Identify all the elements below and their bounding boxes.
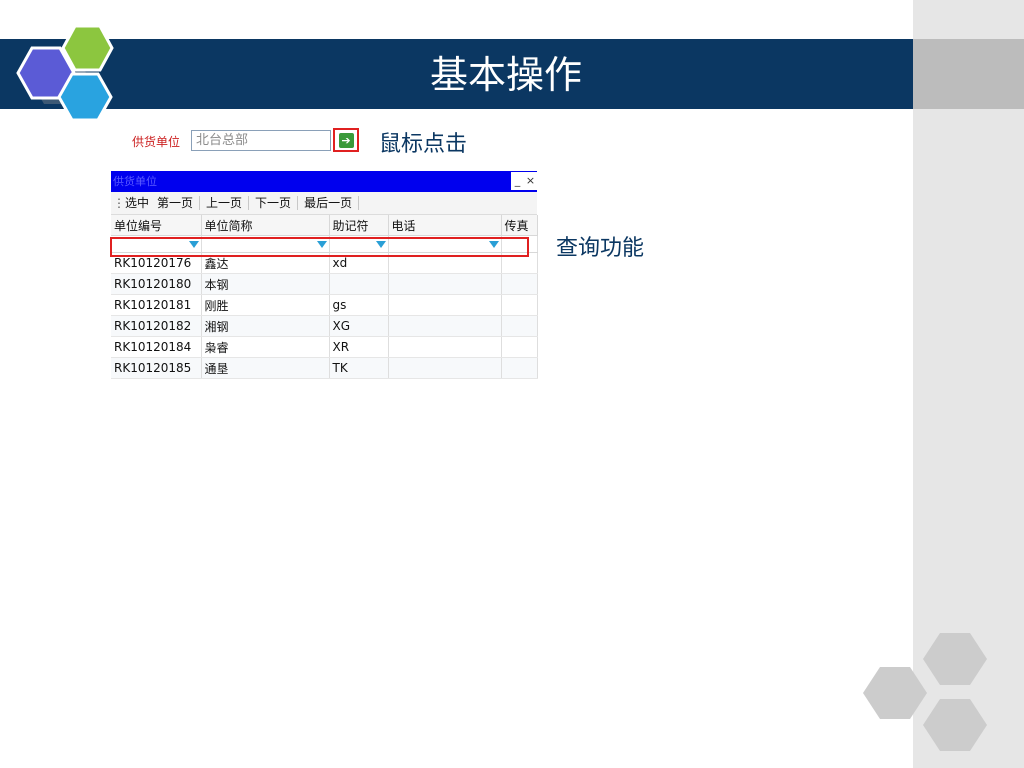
filter-cell-phone[interactable]	[388, 235, 502, 253]
window-controls: _ ×	[511, 172, 537, 190]
toolbar-divider	[297, 196, 299, 210]
toolbar-divider	[199, 196, 201, 210]
popup-toolbar: ⋮ 选中 第一页 上一页 下一页 最后一页	[111, 192, 537, 215]
table-row[interactable]: RK10120182 湘钢 XG	[111, 315, 538, 337]
cell-name: 枭睿	[201, 336, 330, 358]
cell-code: RK10120181	[111, 294, 202, 316]
first-page-button[interactable]: 第一页	[153, 194, 197, 212]
filter-cell-fax[interactable]	[501, 235, 538, 253]
popup-titlebar[interactable]: 供货单位 _ ×	[111, 171, 537, 192]
supplier-label: 供货单位	[132, 135, 181, 149]
filter-icon[interactable]	[375, 241, 386, 248]
supplier-popup: 供货单位 _ × ⋮ 选中 第一页 上一页 下一页 最后一页 单位编号 单位简称…	[111, 171, 538, 389]
table-row[interactable]: RK10120180 本钢	[111, 273, 538, 295]
hexagon-gray-left-icon	[863, 667, 927, 719]
column-header-fax[interactable]: 传真	[501, 215, 538, 236]
side-band	[913, 39, 1024, 109]
cell-phone	[388, 315, 502, 337]
cell-name: 鑫达	[201, 252, 330, 274]
column-header-code[interactable]: 单位编号	[111, 215, 202, 236]
hexagon-green-icon	[61, 24, 114, 72]
hexagon-decoration-icon	[863, 633, 987, 751]
table-row[interactable]: RK10120181 刚胜 gs	[111, 294, 538, 316]
cell-mnemonic: XG	[329, 315, 389, 337]
cell-mnemonic: TK	[329, 357, 389, 379]
column-header-name[interactable]: 单位简称	[201, 215, 330, 236]
cell-phone	[388, 357, 502, 379]
cell-code: RK10120185	[111, 357, 202, 379]
toolbar-divider	[358, 196, 360, 210]
hexagon-gray-top-icon	[923, 633, 987, 685]
minimize-button[interactable]: _	[511, 172, 524, 190]
close-button[interactable]: ×	[524, 172, 537, 190]
filter-cell-code[interactable]	[111, 235, 202, 253]
cell-phone	[388, 273, 502, 295]
filter-icon[interactable]	[488, 241, 499, 248]
cell-fax	[501, 294, 538, 316]
next-page-button[interactable]: 下一页	[251, 194, 295, 212]
hexagon-blue-icon	[57, 72, 113, 122]
cell-fax	[501, 273, 538, 295]
supplier-lookup-button[interactable]: ➔	[333, 128, 359, 152]
cell-code: RK10120182	[111, 315, 202, 337]
supplier-table: 单位编号 单位简称 助记符 电话 传真 RK10120176 鑫达 xd RK1…	[111, 215, 538, 379]
select-button[interactable]: 选中	[121, 194, 153, 212]
cell-mnemonic	[329, 273, 389, 295]
arrow-right-icon: ➔	[338, 132, 354, 148]
slide-title: 基本操作	[430, 53, 583, 97]
table-header-row: 单位编号 单位简称 助记符 电话 传真	[111, 215, 538, 236]
prev-page-button[interactable]: 上一页	[202, 194, 246, 212]
column-header-phone[interactable]: 电话	[388, 215, 502, 236]
cell-phone	[388, 252, 502, 274]
cell-mnemonic: gs	[329, 294, 389, 316]
query-annotation: 查询功能	[556, 236, 645, 261]
cell-name: 刚胜	[201, 294, 330, 316]
hexagon-logo-icon	[16, 24, 114, 122]
toolbar-divider	[248, 196, 250, 210]
hexagon-gray-bottom-icon	[923, 699, 987, 751]
cell-name: 本钢	[201, 273, 330, 295]
filter-cell-mnemonic[interactable]	[329, 235, 389, 253]
toolbar-grip-icon[interactable]: ⋮	[113, 196, 125, 210]
cell-fax	[501, 336, 538, 358]
click-annotation: 鼠标点击	[379, 132, 468, 157]
cell-name: 通垦	[201, 357, 330, 379]
cell-fax	[501, 357, 538, 379]
column-header-mnemonic[interactable]: 助记符	[329, 215, 389, 236]
cell-code: RK10120180	[111, 273, 202, 295]
cell-mnemonic: xd	[329, 252, 389, 274]
popup-title: 供货单位	[113, 175, 157, 188]
cell-phone	[388, 336, 502, 358]
cell-fax	[501, 315, 538, 337]
table-row[interactable]: RK10120185 通垦 TK	[111, 357, 538, 379]
cell-code: RK10120184	[111, 336, 202, 358]
filter-icon[interactable]	[188, 241, 199, 248]
cell-code: RK10120176	[111, 252, 202, 274]
last-page-button[interactable]: 最后一页	[300, 194, 356, 212]
filter-row	[111, 235, 538, 253]
cell-fax	[501, 252, 538, 274]
cell-phone	[388, 294, 502, 316]
supplier-input[interactable]: 北台总部	[191, 130, 331, 151]
filter-cell-name[interactable]	[201, 235, 330, 253]
filter-icon[interactable]	[316, 241, 327, 248]
cell-mnemonic: XR	[329, 336, 389, 358]
table-row[interactable]: RK10120184 枭睿 XR	[111, 336, 538, 358]
table-row[interactable]: RK10120176 鑫达 xd	[111, 252, 538, 274]
cell-name: 湘钢	[201, 315, 330, 337]
